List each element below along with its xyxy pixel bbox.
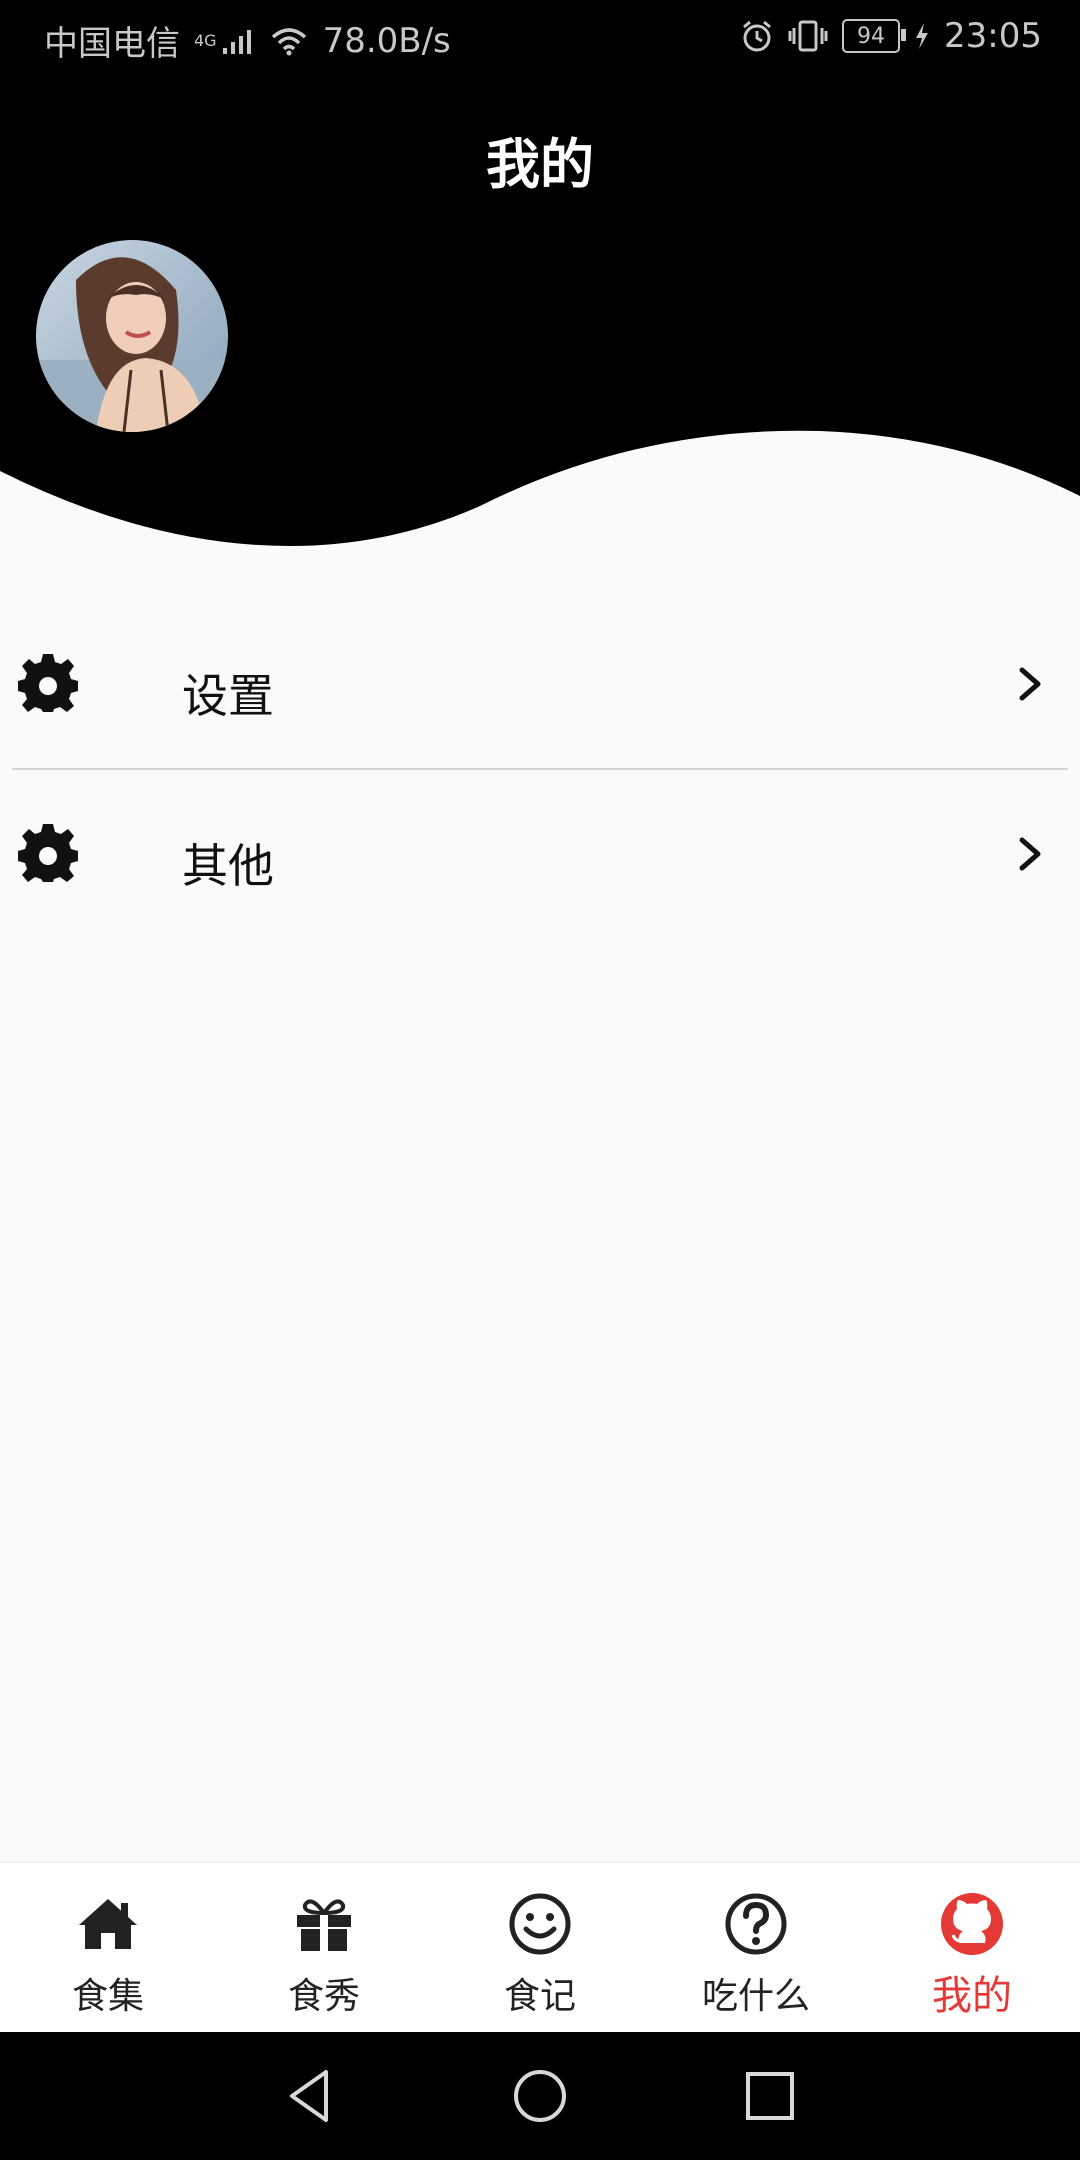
charging-icon <box>916 23 929 49</box>
menu-item-label: 其他 <box>182 839 274 893</box>
github-icon <box>941 1893 1003 1955</box>
chevron-right-icon <box>1019 667 1041 701</box>
chevron-right-icon <box>1019 837 1041 871</box>
nav-item-shixiu[interactable]: 食秀 <box>216 1863 432 2033</box>
smiley-icon <box>509 1893 571 1955</box>
nav-label: 食秀 <box>287 1976 360 2017</box>
nav-label: 食集 <box>71 1976 144 2017</box>
settings-menu: 设置 其他 <box>0 600 1080 940</box>
signal-icon <box>222 29 251 54</box>
carrier-label: 中国电信 <box>44 24 180 64</box>
menu-item-settings[interactable]: 设置 <box>0 600 1080 770</box>
nav-item-chishenme[interactable]: 吃什么 <box>648 1863 864 2033</box>
network-speed: 78.0B/s <box>322 20 451 61</box>
nav-label: 吃什么 <box>701 1976 810 2017</box>
gear-icon <box>18 654 78 712</box>
profile-header: 我的 <box>0 76 1080 556</box>
nav-label: 我的 <box>932 1973 1012 2019</box>
home-circle-icon[interactable] <box>510 2066 570 2126</box>
page-title: 我的 <box>486 133 594 196</box>
back-icon[interactable] <box>280 2066 340 2126</box>
bottom-nav: 食集 食秀 食记 吃什么 我的 <box>0 1862 1080 2033</box>
gift-icon <box>297 1899 351 1951</box>
nav-item-wode[interactable]: 我的 <box>864 1863 1080 2033</box>
menu-item-label: 设置 <box>182 669 274 723</box>
home-icon <box>79 1899 137 1949</box>
battery-indicator: 94 <box>842 19 907 53</box>
gear-icon <box>18 824 78 882</box>
question-circle-icon <box>725 1893 787 1955</box>
status-bar: 中国电信 4G 78.0B/s 94 23:05 <box>0 0 1080 76</box>
network-label: 4G <box>194 31 217 50</box>
nav-label: 食记 <box>503 1976 576 2017</box>
vibrate-icon <box>788 20 828 52</box>
system-nav-bar <box>0 2032 1080 2160</box>
recents-icon[interactable] <box>740 2066 800 2126</box>
clock: 23:05 <box>944 16 1042 56</box>
nav-item-shiji[interactable]: 食集 <box>0 1863 216 2033</box>
nav-item-shiji-diary[interactable]: 食记 <box>432 1863 648 2033</box>
header-wave <box>0 430 1080 556</box>
wifi-icon <box>271 27 306 55</box>
menu-item-other[interactable]: 其他 <box>0 770 1080 940</box>
alarm-icon <box>743 20 771 52</box>
